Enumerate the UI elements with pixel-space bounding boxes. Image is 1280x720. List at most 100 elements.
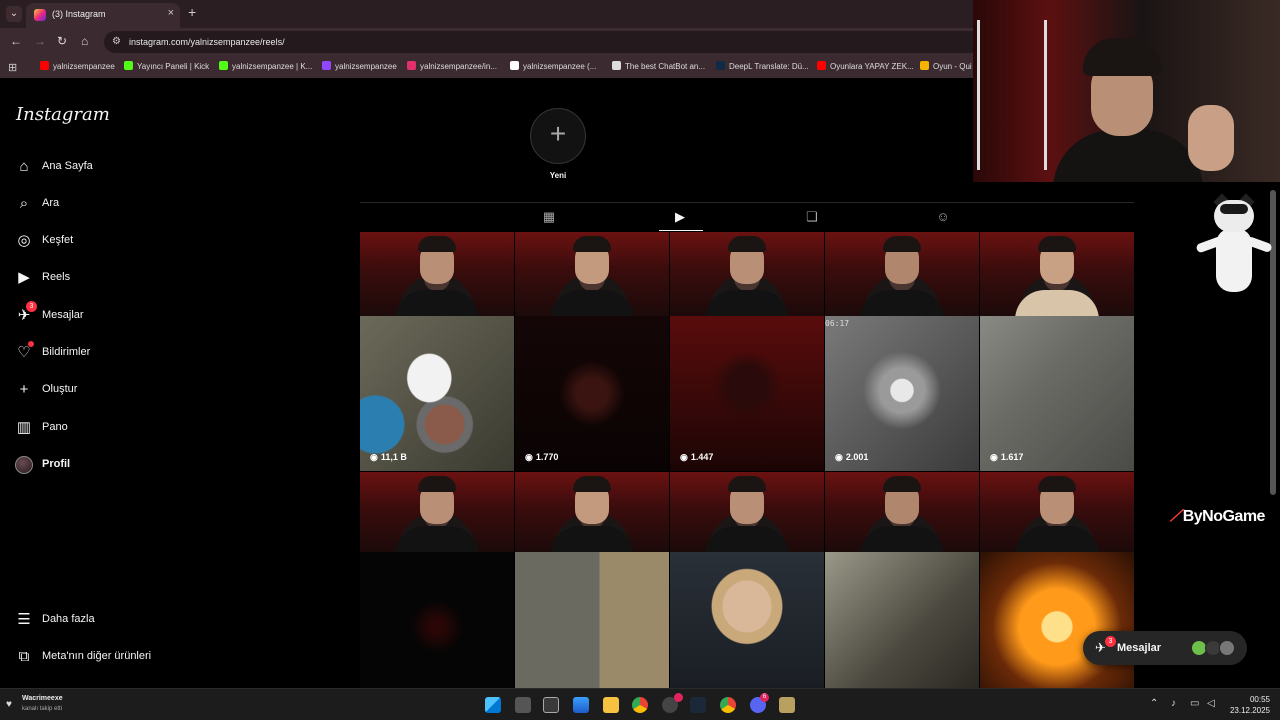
bookmark-item[interactable]: yalnizsempanzee | K... — [219, 61, 312, 71]
bookmark-item[interactable]: yalnizsempanzee/in... — [407, 61, 497, 71]
tab-close-icon[interactable]: × — [168, 7, 174, 19]
webcam-overlay — [973, 0, 1280, 182]
reel-thumbnail[interactable] — [360, 552, 514, 688]
reel-thumbnail[interactable] — [515, 232, 669, 316]
reel-thumbnail[interactable] — [670, 232, 824, 316]
thumbnail-person-hair — [418, 476, 456, 492]
chrome-profile-icon[interactable] — [720, 697, 736, 713]
reel-thumbnail[interactable] — [515, 552, 669, 688]
avatar — [1219, 640, 1235, 656]
plus-icon: + — [19, 381, 29, 398]
tray-chevron-icon[interactable]: ⌃ — [1150, 698, 1158, 709]
bookmark-label: yalnizsempanzee/in... — [420, 62, 497, 71]
file-explorer-icon[interactable] — [603, 697, 619, 713]
plus-icon: + — [549, 118, 567, 149]
chrome-icon[interactable] — [632, 697, 648, 713]
site-info-icon[interactable]: ⚙ — [112, 36, 121, 47]
task-view-icon[interactable] — [515, 697, 531, 713]
forward-icon[interactable]: → — [34, 34, 46, 48]
reel-thumbnail[interactable] — [980, 552, 1134, 688]
bookmark-label: yalnizsempanzee — [53, 62, 115, 71]
reel-thumbnail[interactable] — [360, 472, 514, 552]
sidebar-item-label: Reels — [42, 271, 71, 283]
microphone-icon[interactable]: ♪ — [1171, 698, 1176, 709]
reload-icon[interactable]: ↻ — [57, 34, 67, 48]
address-bar[interactable]: ⚙ instagram.com/yalnizsempanzee/reels/ — [104, 31, 984, 53]
thumbnail-person-body — [1015, 526, 1099, 552]
reel-thumbnail[interactable]: ◉ 1.617 — [980, 316, 1134, 471]
photos-icon[interactable] — [573, 697, 589, 713]
view-count-value: 11,1 B — [380, 452, 407, 462]
eye-icon: ◉ — [835, 452, 843, 462]
widgets-icon[interactable] — [543, 697, 559, 713]
grid-icon[interactable]: ▦ — [541, 209, 557, 225]
dashboard-icon: ▥ — [16, 419, 32, 436]
display-icon[interactable]: ▭ — [1190, 698, 1199, 709]
browser-tab-instagram[interactable]: (3) Instagram × — [26, 3, 180, 28]
reel-thumbnail[interactable]: ◉ 1.447 — [670, 316, 824, 471]
reels-icon[interactable]: ▶ — [672, 209, 688, 225]
reel-thumbnail[interactable]: ◉ 1.770 — [515, 316, 669, 471]
profile-avatar — [15, 456, 33, 474]
reel-thumbnail[interactable]: ◉ 11,1 B — [360, 316, 514, 471]
bookmark-favicon-icon — [510, 61, 519, 70]
sidebar-item-label: Keşfet — [42, 234, 74, 246]
reel-thumbnail[interactable] — [670, 472, 824, 552]
bookmark-item[interactable]: The best ChatBot an... — [612, 61, 705, 71]
reel-thumbnail[interactable] — [825, 232, 979, 316]
bookmark-label: yalnizsempanzee (... — [523, 62, 597, 71]
bookmark-favicon-icon — [407, 61, 416, 70]
reel-thumbnail[interactable]: 06:17 ◉ 2.001 — [825, 316, 979, 471]
bookmark-item[interactable]: Yayıncı Paneli | Kick — [124, 61, 209, 71]
tab-search-icon[interactable]: ⌄ — [6, 6, 22, 22]
notification-title[interactable]: Wacrimeexe — [22, 695, 63, 702]
bookmark-label: Oyun - Qui — [933, 62, 972, 71]
bookmark-item[interactable]: yalnizsempanzee — [40, 61, 115, 71]
reel-thumbnail[interactable] — [825, 552, 979, 688]
eye-icon: ◉ — [990, 452, 998, 462]
new-tab-icon[interactable]: + — [188, 4, 196, 20]
system-clock[interactable]: 00:55 23.12.2025 — [1220, 694, 1270, 716]
bookmark-item[interactable]: DeepL Translate: Dü... — [716, 61, 809, 71]
reel-thumbnail[interactable] — [670, 552, 824, 688]
reel-thumbnail[interactable] — [515, 472, 669, 552]
app-icon[interactable] — [779, 697, 795, 713]
obs-badge — [674, 693, 683, 702]
bookmark-label: yalnizsempanzee | K... — [232, 62, 313, 71]
bookmark-item[interactable]: yalnizsempanzee — [322, 61, 397, 71]
messages-label: Mesajlar — [1117, 642, 1162, 654]
reel-thumbnail[interactable] — [825, 472, 979, 552]
bookmark-favicon-icon — [612, 61, 621, 70]
bookmark-item[interactable]: Oyunlara YAPAY ZEK... — [817, 61, 914, 71]
thumbnail-person-body — [550, 526, 634, 552]
sidebar-item-label: Bildirimler — [42, 346, 91, 358]
windows-start-icon[interactable] — [485, 697, 501, 713]
view-count-value: 1.617 — [1000, 452, 1024, 462]
tagged-icon[interactable]: ☺ — [935, 209, 951, 225]
reel-thumbnail[interactable] — [360, 232, 514, 316]
thumbnail-person-body — [395, 526, 479, 552]
back-icon[interactable]: ← — [10, 34, 22, 48]
new-highlight-button[interactable]: + — [530, 108, 586, 164]
url-text[interactable]: instagram.com/yalnizsempanzee/reels/ — [129, 37, 285, 47]
sidebar-item-label: Ara — [42, 197, 60, 209]
sidebar-item-label: Meta'nın diğer ürünleri — [42, 650, 152, 662]
bookmark-item[interactable]: yalnizsempanzee (... — [510, 61, 596, 71]
reel-thumbnail[interactable] — [980, 472, 1134, 552]
menu-icon: ☰ — [17, 611, 31, 628]
instagram-logo[interactable]: Instagram — [16, 104, 110, 125]
bookmark-favicon-icon — [219, 61, 228, 70]
apps-icon[interactable]: ⊞ — [8, 61, 17, 74]
thumbnail-person-hair — [573, 236, 611, 252]
thumbnail-person-body — [705, 290, 789, 316]
bookmark-icon[interactable]: ❏ — [804, 209, 820, 225]
home-button-icon[interactable]: ⌂ — [81, 34, 88, 48]
messages-floating-button[interactable]: ✈ 3 Mesajlar — [1083, 631, 1247, 665]
thumbnail-person-body — [705, 526, 789, 552]
bookmark-item[interactable]: Oyun - Qui — [920, 61, 972, 71]
thumbnail-person-body — [860, 526, 944, 552]
steam-icon[interactable] — [690, 697, 706, 713]
reel-thumbnail[interactable] — [980, 232, 1134, 316]
thumbnail-person-body — [550, 290, 634, 316]
volume-icon[interactable]: ◁ — [1207, 698, 1215, 709]
